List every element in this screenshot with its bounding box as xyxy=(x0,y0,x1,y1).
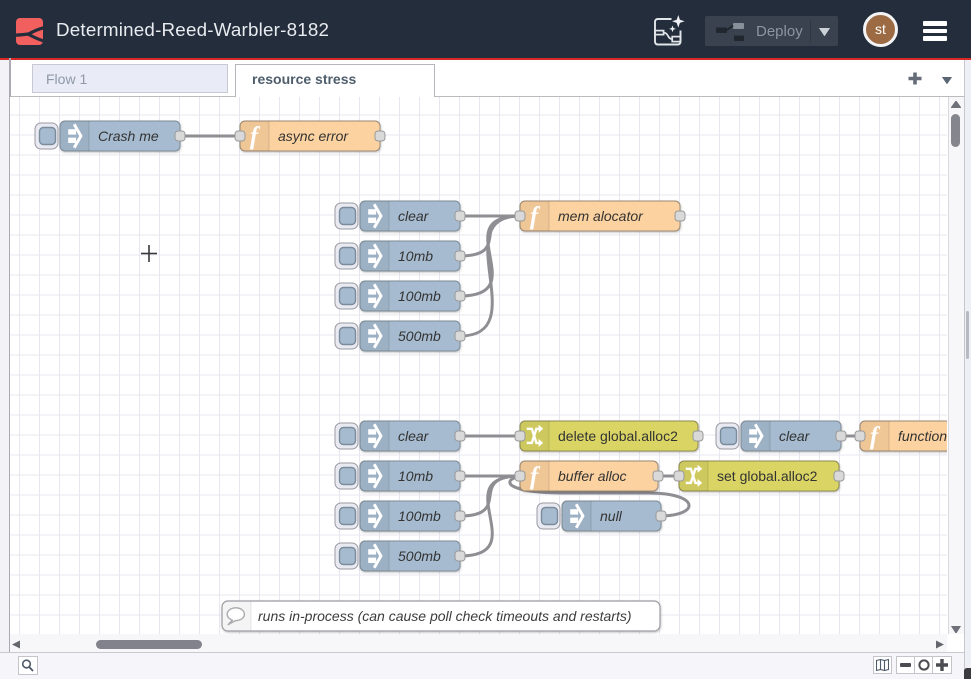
svg-text:clear: clear xyxy=(398,208,430,224)
svg-text:500mb: 500mb xyxy=(398,328,441,344)
svg-text:buffer alloc: buffer alloc xyxy=(558,468,626,484)
svg-text:100mb: 100mb xyxy=(398,508,441,524)
svg-text:500mb: 500mb xyxy=(398,548,441,564)
svg-text:clear: clear xyxy=(398,428,430,444)
svg-text:Crash me: Crash me xyxy=(98,128,159,144)
svg-text:delete global.alloc2: delete global.alloc2 xyxy=(558,428,678,444)
svg-text:10mb: 10mb xyxy=(398,468,433,484)
svg-text:runs in-process (can cause pol: runs in-process (can cause poll check ti… xyxy=(258,608,632,624)
svg-text:async error: async error xyxy=(278,128,349,144)
svg-text:mem alocator: mem alocator xyxy=(558,208,644,224)
svg-text:set global.alloc2: set global.alloc2 xyxy=(717,468,818,484)
svg-text:function 1: function 1 xyxy=(898,428,947,444)
svg-text:100mb: 100mb xyxy=(398,288,441,304)
svg-text:clear: clear xyxy=(779,428,811,444)
svg-text:10mb: 10mb xyxy=(398,248,433,264)
svg-text:null: null xyxy=(600,508,623,524)
